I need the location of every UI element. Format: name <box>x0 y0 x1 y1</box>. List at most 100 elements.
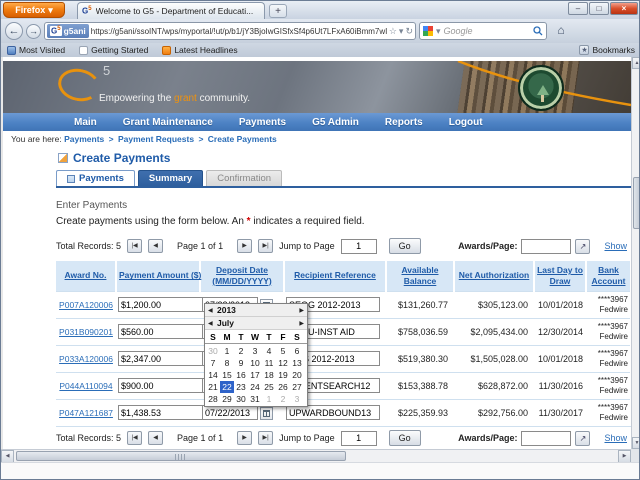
bookmark-latest-headlines[interactable]: Latest Headlines <box>162 45 238 55</box>
menu-g5-admin[interactable]: G5 Admin <box>299 117 372 128</box>
close-button[interactable]: × <box>610 2 638 15</box>
award-link[interactable]: P033A120006 <box>59 354 113 364</box>
calendar-day[interactable]: 28 <box>206 393 220 405</box>
award-link[interactable]: P007A120006 <box>59 300 113 310</box>
calendar-day[interactable]: 1 <box>262 393 276 405</box>
deposit-date-input[interactable] <box>202 405 258 421</box>
bookmarks-menu-button[interactable]: ★ Bookmarks <box>579 45 635 55</box>
menu-reports[interactable]: Reports <box>372 117 436 128</box>
menu-payments[interactable]: Payments <box>226 117 299 128</box>
calendar-day[interactable]: 29 <box>220 393 234 405</box>
col-award-no[interactable]: Award No. <box>56 261 116 291</box>
awards-page-input[interactable] <box>521 430 572 446</box>
payment-amount-input[interactable] <box>118 297 204 312</box>
browser-tab[interactable]: G5 Welcome to G5 - Department of Educati… <box>77 2 265 19</box>
show-link[interactable]: Show <box>604 241 627 251</box>
next-year-icon[interactable]: ▶ <box>296 307 304 314</box>
bookmark-star-icon[interactable]: ☆ <box>389 26 397 37</box>
calendar-day[interactable]: 21 <box>206 381 220 393</box>
calendar-day[interactable]: 13 <box>290 357 304 369</box>
payment-amount-input[interactable] <box>118 378 204 393</box>
last-page-button[interactable]: ▶| <box>258 239 274 253</box>
calendar-day[interactable]: 25 <box>262 381 276 393</box>
new-tab-button[interactable]: + <box>269 4 287 18</box>
menu-main[interactable]: Main <box>61 117 110 128</box>
awards-go-button[interactable]: ↗ <box>575 430 591 446</box>
calendar-day[interactable]: 4 <box>262 345 276 357</box>
maximize-button[interactable]: □ <box>589 2 609 15</box>
col-bank-account[interactable]: Bank Account <box>585 261 630 291</box>
forward-button[interactable]: → <box>26 23 41 39</box>
calendar-day[interactable]: 30 <box>234 393 248 405</box>
calendar-day[interactable]: 2 <box>276 393 290 405</box>
breadcrumb-create-payments[interactable]: Create Payments <box>208 134 277 144</box>
bookmark-most-visited[interactable]: Most Visited <box>7 45 65 55</box>
payment-amount-input[interactable] <box>118 324 204 339</box>
calendar-day[interactable]: 24 <box>248 381 262 393</box>
recipient-reference-input[interactable] <box>286 405 380 421</box>
reload-icon[interactable]: ↻ <box>405 26 413 37</box>
calendar-day[interactable]: 22 <box>220 381 234 393</box>
vertical-scrollbar[interactable]: ▲ ▼ <box>631 57 639 449</box>
calendar-icon[interactable] <box>260 406 273 420</box>
calendar-day[interactable]: 11 <box>262 357 276 369</box>
calendar-day[interactable]: 2 <box>234 345 248 357</box>
calendar-day[interactable]: 14 <box>206 369 220 381</box>
horizontal-scrollbar[interactable]: ◀ ▶ <box>1 449 631 463</box>
breadcrumb-payments[interactable]: Payments <box>64 134 104 144</box>
calendar-day[interactable]: 30 <box>206 345 220 357</box>
menu-grant-maintenance[interactable]: Grant Maintenance <box>110 117 226 128</box>
scroll-down-icon[interactable]: ▼ <box>632 437 639 449</box>
go-button[interactable]: Go <box>388 430 421 446</box>
col-available-balance[interactable]: Available Balance <box>385 261 454 291</box>
next-page-button[interactable]: ▶ <box>237 431 253 445</box>
scroll-up-icon[interactable]: ▲ <box>632 57 639 69</box>
first-page-button[interactable]: |◀ <box>127 239 143 253</box>
calendar-day[interactable]: 6 <box>290 345 304 357</box>
prev-month-icon[interactable]: ◀ <box>208 320 216 327</box>
calendar-day[interactable]: 9 <box>234 357 248 369</box>
tab-payments[interactable]: Payments <box>56 170 135 186</box>
calendar-day[interactable]: 16 <box>234 369 248 381</box>
calendar-day[interactable]: 15 <box>220 369 234 381</box>
menu-logout[interactable]: Logout <box>436 117 496 128</box>
first-page-button[interactable]: |◀ <box>127 431 143 445</box>
last-page-button[interactable]: ▶| <box>258 431 274 445</box>
home-button[interactable]: ⌂ <box>550 22 572 40</box>
calendar-day[interactable]: 8 <box>220 357 234 369</box>
url-bar[interactable]: G5 g5ani https://g5ani/ssoINT/wps/myport… <box>44 22 416 40</box>
calendar-day[interactable]: 1 <box>220 345 234 357</box>
search-engine-dropdown-icon[interactable]: ▾ <box>436 26 441 37</box>
next-month-icon[interactable]: ▶ <box>296 320 304 327</box>
minimize-button[interactable]: – <box>568 2 588 15</box>
awards-go-button[interactable]: ↗ <box>575 238 591 254</box>
calendar-day[interactable]: 17 <box>248 369 262 381</box>
url-text[interactable]: https://g5ani/ssoINT/wps/myportal/!ut/p/… <box>91 27 387 36</box>
jump-to-page-input[interactable] <box>340 430 377 446</box>
payment-amount-input[interactable] <box>118 405 204 421</box>
firefox-menu-button[interactable]: Firefox ▾ <box>3 2 65 18</box>
calendar-day[interactable]: 3 <box>248 345 262 357</box>
calendar-day[interactable]: 12 <box>276 357 290 369</box>
bookmark-getting-started[interactable]: Getting Started <box>79 45 148 55</box>
col-recipient-reference[interactable]: Recipient Reference <box>283 261 386 291</box>
calendar-day[interactable]: 23 <box>234 381 248 393</box>
tab-summary[interactable]: Summary <box>137 170 204 186</box>
next-page-button[interactable]: ▶ <box>237 239 253 253</box>
site-identity-chip[interactable]: G5 g5ani <box>47 24 89 38</box>
back-button[interactable]: ← <box>5 22 23 40</box>
calendar-day[interactable]: 26 <box>276 381 290 393</box>
search-input[interactable]: Google <box>444 26 530 36</box>
calendar-day[interactable]: 18 <box>262 369 276 381</box>
prev-page-button[interactable]: ◀ <box>148 431 164 445</box>
calendar-day[interactable]: 7 <box>206 357 220 369</box>
calendar-day[interactable]: 5 <box>276 345 290 357</box>
calendar-day[interactable]: 10 <box>248 357 262 369</box>
calendar-day[interactable]: 20 <box>290 369 304 381</box>
awards-page-input[interactable] <box>521 238 572 254</box>
calendar-day[interactable]: 19 <box>276 369 290 381</box>
award-link[interactable]: P047A121687 <box>59 408 113 418</box>
search-box[interactable]: ▾ Google <box>419 22 547 40</box>
vertical-scroll-thumb[interactable] <box>633 177 639 229</box>
award-link[interactable]: P044A110094 <box>59 381 112 391</box>
